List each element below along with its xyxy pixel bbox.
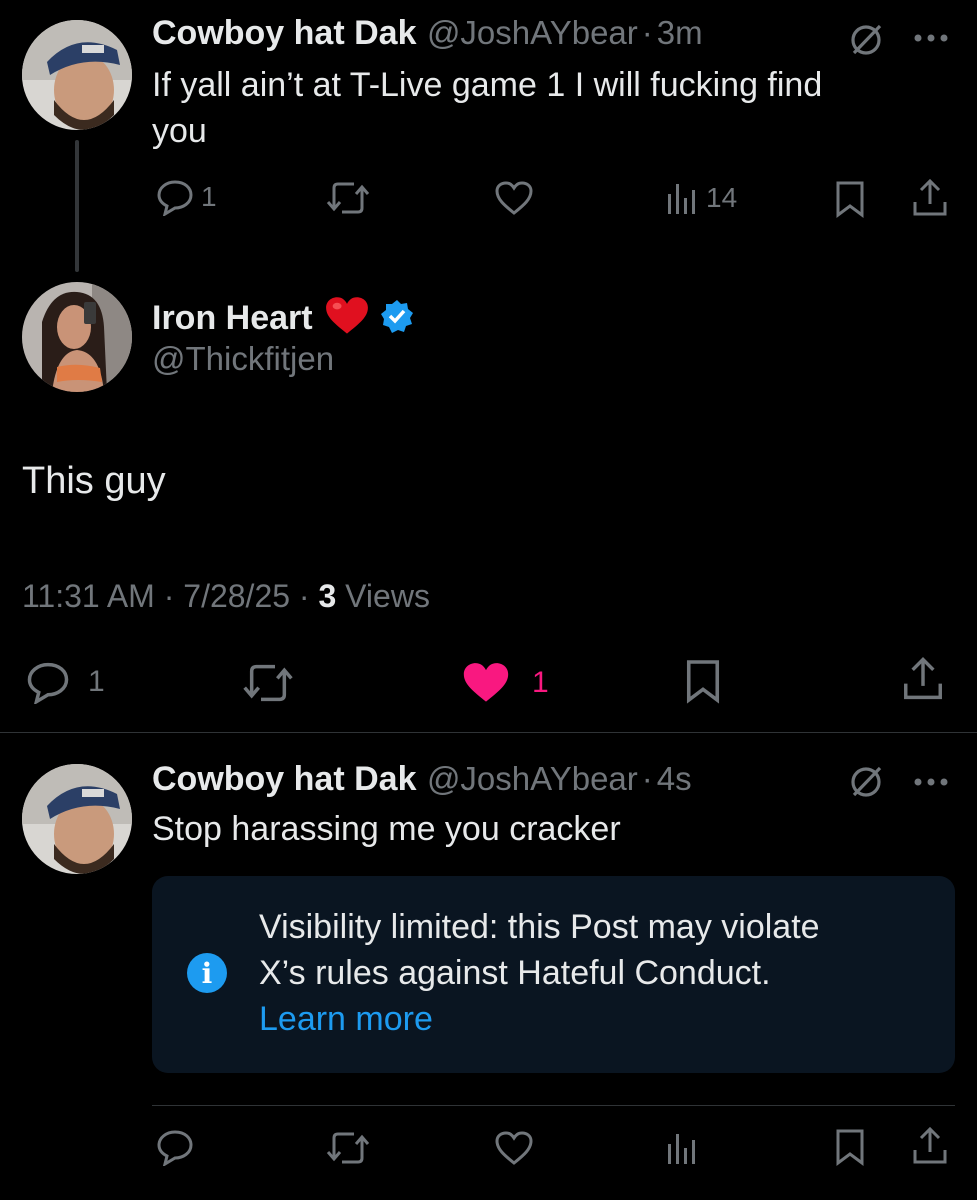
main-tweet-text: This guy bbox=[22, 460, 166, 502]
reply-icon bbox=[157, 180, 193, 216]
retweet-icon bbox=[243, 664, 293, 702]
tweet1-text-line2: you bbox=[152, 112, 207, 150]
main-tweet-author-row: Iron Heart bbox=[152, 296, 415, 341]
main-tweet-reply-count: 1 bbox=[88, 665, 105, 698]
share-icon bbox=[913, 178, 947, 216]
thread-connector-line bbox=[75, 140, 79, 272]
tweet2-handle[interactable]: @JoshAYbear bbox=[427, 760, 638, 797]
tweet1-like-button[interactable] bbox=[494, 180, 534, 216]
tweet2-share-button[interactable] bbox=[910, 1126, 950, 1166]
tweet1-time[interactable]: 3m bbox=[657, 14, 703, 51]
tweet1-views-button[interactable]: 14 bbox=[664, 180, 737, 216]
meta-separator: · bbox=[163, 578, 184, 614]
tweet2-time[interactable]: 4s bbox=[657, 760, 692, 797]
grok-icon[interactable] bbox=[846, 762, 886, 807]
main-tweet-time[interactable]: 11:31 AM bbox=[22, 578, 155, 614]
tweet2-like-button[interactable] bbox=[494, 1130, 534, 1166]
grok-icon[interactable] bbox=[846, 20, 886, 65]
bookmark-icon bbox=[836, 1129, 864, 1166]
tweet2-reply-button[interactable] bbox=[155, 1128, 195, 1166]
avatar-cowboy-hat-dak[interactable] bbox=[22, 20, 132, 130]
main-tweet-bookmark-button[interactable] bbox=[684, 658, 722, 704]
views-icon bbox=[668, 1134, 695, 1164]
divider bbox=[0, 732, 977, 733]
tweet2-views-button[interactable] bbox=[664, 1130, 700, 1166]
tweet2-author-name[interactable]: Cowboy hat Dak bbox=[152, 760, 416, 798]
tweet1-bookmark-button[interactable] bbox=[834, 180, 866, 218]
main-tweet-handle[interactable]: @Thickfitjen bbox=[152, 340, 334, 378]
main-tweet-views-label: Views bbox=[345, 578, 430, 614]
tweet1-views-count: 14 bbox=[706, 182, 738, 213]
tweet1-text-line1: If yall ain’t at T-Live game 1 I will fu… bbox=[152, 66, 823, 104]
bookmark-icon bbox=[686, 660, 720, 704]
bookmark-icon bbox=[836, 181, 864, 218]
tweet1-reply-count: 1 bbox=[201, 181, 217, 212]
reply-icon bbox=[157, 1130, 193, 1166]
views-icon bbox=[668, 184, 695, 214]
main-tweet-author-name[interactable]: Iron Heart bbox=[152, 299, 313, 338]
share-icon bbox=[904, 657, 942, 700]
thread-page: Cowboy hat Dak @JoshAYbear · 3m If yall ai… bbox=[0, 0, 977, 1200]
main-tweet-share-button[interactable] bbox=[900, 656, 946, 702]
avatar-cowboy-hat-dak[interactable] bbox=[22, 764, 132, 874]
share-icon bbox=[913, 1126, 947, 1164]
heart-outline-icon bbox=[495, 1131, 533, 1165]
tweet1-separator: · bbox=[641, 14, 653, 51]
notice-line2: X’s rules against Hateful Conduct. bbox=[259, 954, 771, 992]
main-tweet-meta: 11:31 AM · 7/28/25 · 3 Views bbox=[22, 578, 430, 615]
heart-filled-icon bbox=[463, 663, 509, 702]
notice-text: Visibility limited: this Post may violat… bbox=[259, 904, 820, 1042]
red-heart-emoji bbox=[325, 296, 369, 341]
tweet1-author-name[interactable]: Cowboy hat Dak bbox=[152, 14, 416, 52]
tweet1-reply-button[interactable]: 1 bbox=[155, 178, 217, 216]
visibility-limited-notice: i Visibility limited: this Post may viol… bbox=[152, 876, 955, 1073]
tweet2-separator: · bbox=[641, 760, 653, 797]
tweet1-text: If yall ain’t at T-Live game 1 I will fu… bbox=[152, 62, 952, 154]
main-tweet-views-number: 3 bbox=[318, 578, 337, 614]
meta-separator: · bbox=[298, 578, 319, 614]
tweet1-share-button[interactable] bbox=[910, 178, 950, 218]
info-icon: i bbox=[187, 953, 227, 993]
tweet2-bookmark-button[interactable] bbox=[834, 1128, 866, 1166]
tweet1-handle[interactable]: @JoshAYbear bbox=[427, 14, 638, 51]
tweet2-retweet-button[interactable] bbox=[326, 1130, 370, 1166]
retweet-icon bbox=[326, 182, 370, 214]
more-options-icon[interactable] bbox=[912, 774, 952, 792]
learn-more-link[interactable]: Learn more bbox=[259, 996, 820, 1042]
tweet1-header: Cowboy hat Dak @JoshAYbear · 3m bbox=[152, 14, 703, 53]
avatar-iron-heart[interactable] bbox=[22, 282, 132, 392]
tweet1-retweet-button[interactable] bbox=[326, 180, 370, 216]
retweet-icon bbox=[326, 1132, 370, 1164]
reply-icon bbox=[27, 662, 69, 704]
verified-badge-icon[interactable] bbox=[379, 298, 415, 339]
notice-line1: Visibility limited: this Post may violat… bbox=[259, 908, 820, 946]
tweet2-text: Stop harassing me you cracker bbox=[152, 810, 621, 848]
divider bbox=[152, 1105, 955, 1106]
main-tweet-reply-button[interactable]: 1 bbox=[24, 660, 105, 704]
tweet2-header: Cowboy hat Dak @JoshAYbear · 4s bbox=[152, 760, 692, 799]
heart-outline-icon bbox=[495, 181, 533, 215]
main-tweet-retweet-button[interactable] bbox=[242, 662, 294, 704]
main-tweet-like-count: 1 bbox=[532, 666, 549, 699]
main-tweet-like-button[interactable]: 1 bbox=[462, 662, 549, 704]
main-tweet-date[interactable]: 7/28/25 bbox=[183, 578, 290, 614]
more-options-icon[interactable] bbox=[912, 30, 952, 48]
